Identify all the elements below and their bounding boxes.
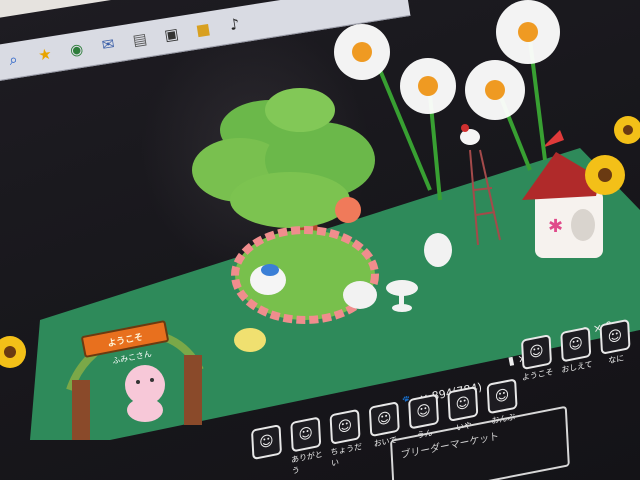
action-button-extra[interactable]: ☺ なに: [599, 318, 633, 368]
face-icon: ☺: [560, 326, 592, 363]
rooster-weathervane: [460, 124, 480, 145]
garden-scene: ✱: [0, 0, 640, 440]
action-button-3[interactable]: ☺ ちょうだい: [329, 408, 363, 470]
action-button-2[interactable]: ☺ ありがとう: [289, 416, 323, 477]
action-button-oshiete[interactable]: ☺ おしえて: [559, 326, 593, 375]
pink-creature: [125, 365, 165, 422]
gate-post-right: [184, 355, 202, 425]
item-icon: ▮: [507, 353, 516, 368]
yellow-chick: [234, 328, 266, 352]
action-button-1[interactable]: ☺: [250, 424, 284, 480]
face-icon: ☺: [408, 393, 440, 430]
face-icon: ☺: [486, 378, 518, 415]
monitor-screen: ⌕ ★ ◉ ✉ ▤ ▣ ■ ♪ ✱ ようこそ ふみこさん ▮ × ☺ ようこそ …: [0, 0, 640, 480]
face-icon: ☺: [290, 416, 322, 453]
face-icon: ☺: [329, 408, 361, 445]
info-text: ブリーダーマーケット: [400, 431, 500, 462]
gate-post-left: [72, 380, 90, 440]
svg-text:✱: ✱: [548, 216, 563, 237]
face-icon: ☺: [250, 424, 283, 461]
face-icon: ☺: [447, 385, 479, 422]
face-icon: ☺: [368, 401, 400, 438]
action-button-yokoso[interactable]: ☺ ようこそ: [520, 334, 554, 383]
face-icon: ☺: [520, 334, 553, 371]
balloon: [335, 197, 361, 223]
face-icon: ☺: [599, 318, 631, 355]
